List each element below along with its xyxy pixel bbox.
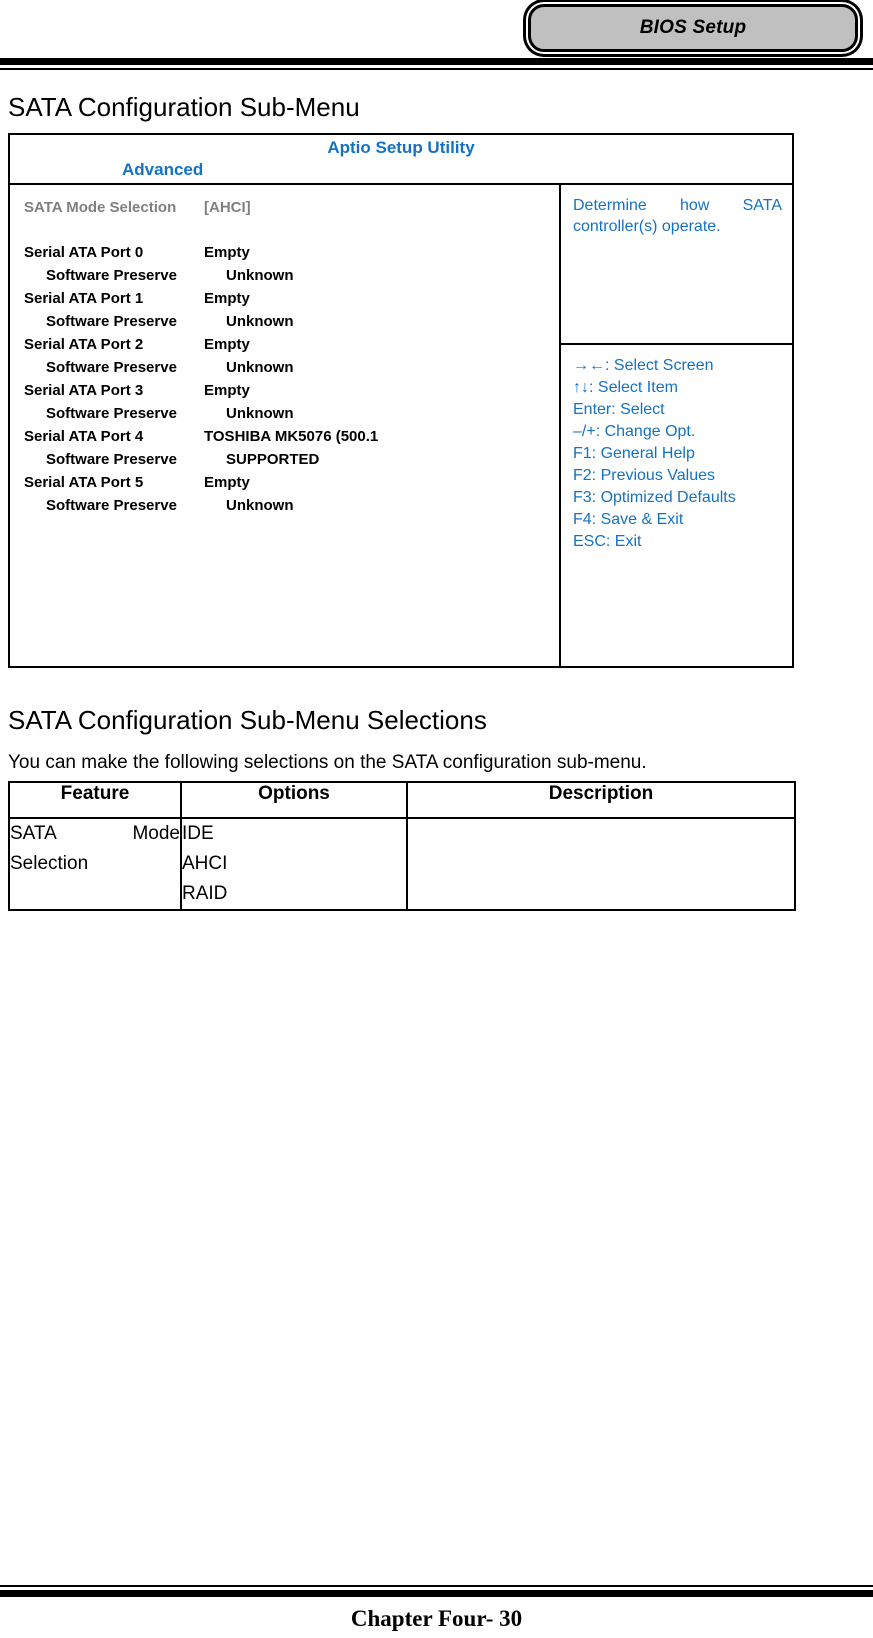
bios-tab-advanced[interactable]: Advanced (122, 160, 203, 180)
bios-key-legend-line: F3: Optimized Defaults (573, 489, 736, 506)
section-heading-sata-configuration: SATA Configuration Sub-Menu (8, 92, 360, 122)
bios-key-legend-line: F4: Save & Exit (573, 511, 684, 528)
bios-row[interactable]: Serial ATA Port 0 Empty (24, 244, 559, 267)
bios-screen-banner: Aptio Setup Utility Advanced (10, 135, 792, 185)
footer-rule-thick (0, 1590, 873, 1597)
feature-line: Selection (10, 853, 89, 874)
bios-row-label: Software Preserve (46, 313, 177, 330)
header-rule-thick (0, 58, 873, 65)
footer-rule-thin (0, 1585, 873, 1587)
bios-row-label: SATA Mode Selection (24, 199, 177, 216)
bios-help-text: Determine how SATA controller(s) operate… (573, 197, 782, 235)
bios-row-label: Software Preserve (46, 405, 177, 422)
bios-row-label: Software Preserve (46, 267, 177, 284)
bios-key-legend-line: ESC: Exit (573, 533, 642, 550)
column-header-options: Options (180, 781, 408, 819)
bios-row[interactable]: Software Preserve Unknown (24, 497, 559, 520)
bios-row[interactable]: Serial ATA Port 4 TOSHIBA MK5076 (500.1 (24, 428, 559, 451)
bios-row[interactable]: Software Preserve SUPPORTED (24, 451, 559, 474)
bios-row-selected[interactable]: SATA Mode Selection [AHCI] (24, 199, 559, 222)
bios-row-value: Empty (204, 244, 250, 261)
bios-key-legend-line: Enter: Select (573, 401, 665, 418)
selections-table: Feature Options Description SATA Mode Sel… (8, 781, 796, 911)
page-header: BIOS Setup (0, 0, 873, 80)
bios-row[interactable]: Software Preserve Unknown (24, 359, 559, 382)
bios-row-label: Software Preserve (46, 359, 177, 376)
bios-help-panel: Determine how SATA controller(s) operate… (561, 185, 792, 345)
feature-line: SATA Mode (10, 823, 180, 844)
bios-row[interactable]: Software Preserve Unknown (24, 267, 559, 290)
bios-row[interactable]: Software Preserve Unknown (24, 405, 559, 428)
bios-row-value: Empty (204, 290, 250, 307)
header-rule-thin (0, 68, 873, 70)
section-heading-sata-selections: SATA Configuration Sub-Menu Selections (8, 705, 487, 735)
footer-page-label: Chapter Four- 30 (350, 1606, 523, 1631)
bios-row-value: Empty (204, 474, 250, 491)
bios-row-spacer (24, 222, 559, 244)
table-row: SATA Mode Selection IDE AHCI RAID (8, 817, 796, 911)
bios-row-value: Empty (204, 382, 250, 399)
bios-row-label: Serial ATA Port 5 (24, 474, 144, 491)
bios-key-legend-line: ↑↓: Select Item (573, 379, 678, 396)
bios-setup-badge: BIOS Setup (528, 4, 858, 52)
bios-row-label: Serial ATA Port 1 (24, 290, 144, 307)
bios-row-label: Software Preserve (46, 497, 177, 514)
bios-row-value: Unknown (226, 313, 294, 330)
table-header-row: Feature Options Description (8, 781, 796, 819)
bios-key-legend-line: F1: General Help (573, 445, 695, 462)
option-item[interactable]: IDE (182, 819, 406, 849)
bios-row[interactable]: Serial ATA Port 3 Empty (24, 382, 559, 405)
bios-row[interactable]: Serial ATA Port 5 Empty (24, 474, 559, 497)
cell-options: IDE AHCI RAID (180, 817, 408, 911)
bios-key-legend-line: F2: Previous Values (573, 467, 715, 484)
option-item[interactable]: AHCI (182, 849, 406, 879)
bios-screen-body: SATA Mode Selection [AHCI] Serial ATA Port… (10, 185, 792, 666)
bios-utility-title: Aptio Setup Utility (327, 138, 475, 157)
bios-row-label: Serial ATA Port 3 (24, 382, 144, 399)
cell-description (406, 817, 796, 911)
bios-row-value: SUPPORTED (226, 451, 320, 468)
column-header-description: Description (406, 781, 796, 819)
bios-row-value: Empty (204, 336, 250, 353)
bios-row[interactable]: Serial ATA Port 2 Empty (24, 336, 559, 359)
bios-row[interactable]: Software Preserve Unknown (24, 313, 559, 336)
bios-settings-list: SATA Mode Selection [AHCI] Serial ATA Port… (10, 185, 561, 666)
bios-row[interactable]: Serial ATA Port 1 Empty (24, 290, 559, 313)
intro-paragraph: You can make the following selections on… (8, 752, 647, 773)
bios-row-value: Unknown (226, 405, 294, 422)
bios-key-legend-line: →←: Select Screen (573, 357, 714, 374)
bios-row-label: Serial ATA Port 2 (24, 336, 144, 353)
bios-row-value: [AHCI] (204, 199, 251, 216)
column-header-feature: Feature (8, 781, 182, 819)
cell-feature: SATA Mode Selection (8, 817, 182, 911)
bios-screen-table: Aptio Setup Utility Advanced SATA Mode S… (8, 133, 794, 668)
bios-row-label: Software Preserve (46, 451, 177, 468)
bios-row-label: Serial ATA Port 4 (24, 428, 144, 445)
bios-row-value: Unknown (226, 497, 294, 514)
bios-key-legend-line: –/+: Change Opt. (573, 423, 696, 440)
bios-key-legend: →←: Select Screen ↑↓: Select Item Enter: S… (561, 345, 792, 553)
bios-setup-badge-label: BIOS Setup (639, 17, 747, 38)
bios-row-value: TOSHIBA MK5076 (500.1 (204, 428, 379, 445)
bios-row-value: Unknown (226, 267, 294, 284)
bios-row-value: Unknown (226, 359, 294, 376)
bios-row-label: Serial ATA Port 0 (24, 244, 144, 261)
bios-side-panel: Determine how SATA controller(s) operate… (561, 185, 792, 666)
option-item[interactable]: RAID (182, 879, 406, 909)
